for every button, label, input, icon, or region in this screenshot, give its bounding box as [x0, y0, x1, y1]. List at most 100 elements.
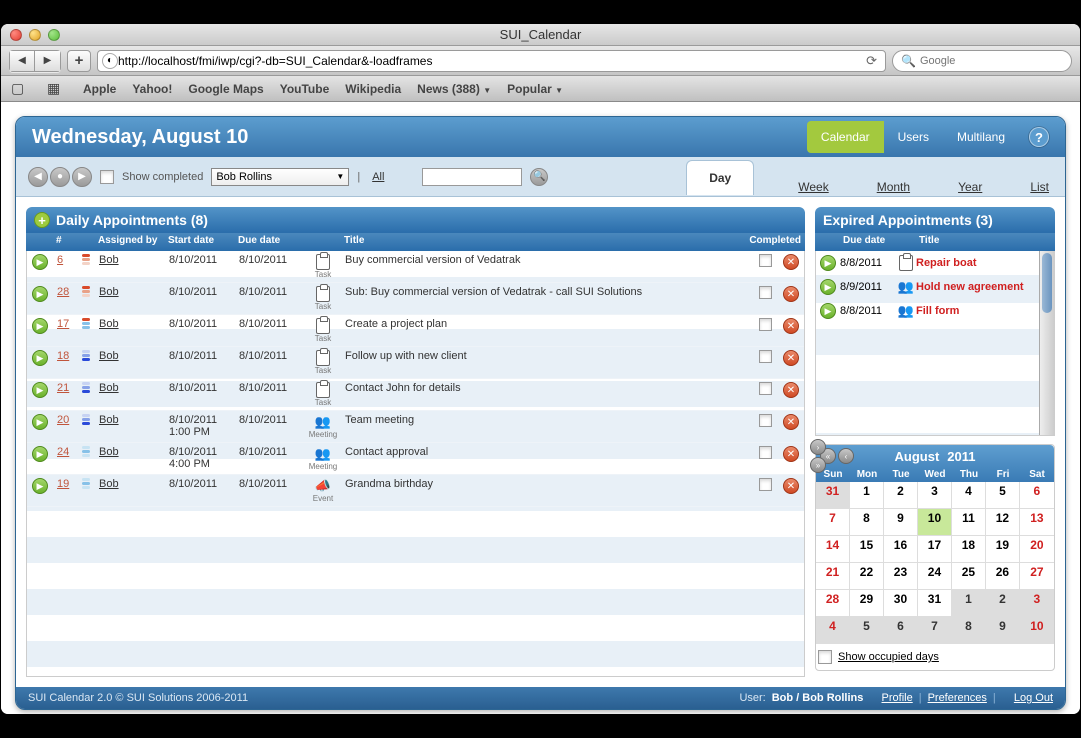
view-tab-month[interactable]: Month: [873, 180, 914, 194]
cal-next-year[interactable]: »: [810, 457, 826, 473]
expired-row[interactable]: ▶8/9/2011👥Hold new agreement: [816, 275, 1054, 299]
assigned-by[interactable]: Bob: [95, 318, 165, 330]
calendar-day[interactable]: 19: [986, 536, 1020, 563]
open-row-icon[interactable]: ▶: [32, 318, 48, 334]
appointment-row[interactable]: ▶6Bob8/10/20118/10/2011TaskBuy commercia…: [27, 251, 804, 283]
scrollbar[interactable]: [1039, 251, 1054, 435]
assigned-by[interactable]: Bob: [95, 286, 165, 298]
prev-button[interactable]: ◀: [28, 167, 48, 187]
row-number[interactable]: 17: [53, 318, 77, 330]
calendar-day[interactable]: 24: [918, 563, 952, 590]
show-occupied-label[interactable]: Show occupied days: [838, 651, 939, 663]
all-link[interactable]: All: [372, 171, 384, 183]
calendar-day[interactable]: 16: [884, 536, 918, 563]
calendar-day[interactable]: 8: [952, 617, 986, 644]
calendar-day[interactable]: 13: [1020, 509, 1054, 536]
row-number[interactable]: 24: [53, 446, 77, 458]
calendar-day[interactable]: 5: [850, 617, 884, 644]
reading-list-icon[interactable]: ▢: [11, 80, 31, 97]
assigned-by[interactable]: Bob: [95, 414, 165, 426]
calendar-day[interactable]: 17: [918, 536, 952, 563]
calendar-day[interactable]: 9: [884, 509, 918, 536]
bookmark-item[interactable]: Google Maps: [188, 82, 263, 96]
calendar-day[interactable]: 23: [884, 563, 918, 590]
open-row-icon[interactable]: ▶: [32, 478, 48, 494]
calendar-day[interactable]: 10: [1020, 617, 1054, 644]
appointment-row[interactable]: ▶21Bob8/10/20118/10/2011TaskContact John…: [27, 379, 804, 411]
completed-checkbox[interactable]: [759, 350, 772, 363]
expired-table[interactable]: ▶8/8/2011Repair boat▶8/9/2011👥Hold new a…: [815, 251, 1055, 436]
calendar-day[interactable]: 2: [986, 590, 1020, 617]
assigned-by[interactable]: Bob: [95, 350, 165, 362]
calendar-day[interactable]: 28: [816, 590, 850, 617]
open-row-icon[interactable]: ▶: [32, 350, 48, 366]
search-field[interactable]: [422, 168, 522, 186]
row-number[interactable]: 6: [53, 254, 77, 266]
calendar-day[interactable]: 21: [816, 563, 850, 590]
calendar-day[interactable]: 9: [986, 617, 1020, 644]
calendar-day[interactable]: 31: [918, 590, 952, 617]
calendar-day[interactable]: 2: [884, 482, 918, 509]
view-tab-day[interactable]: Day: [686, 160, 754, 195]
row-number[interactable]: 21: [53, 382, 77, 394]
calendar-day[interactable]: 5: [986, 482, 1020, 509]
calendar-day[interactable]: 31: [816, 482, 850, 509]
assigned-by[interactable]: Bob: [95, 446, 165, 458]
calendar-day[interactable]: 4: [816, 617, 850, 644]
calendar-day[interactable]: 8: [850, 509, 884, 536]
calendar-day[interactable]: 20: [1020, 536, 1054, 563]
calendar-day[interactable]: 10: [918, 509, 952, 536]
next-button[interactable]: ▶: [72, 167, 92, 187]
completed-checkbox[interactable]: [759, 414, 772, 427]
calendar-day[interactable]: 1: [952, 590, 986, 617]
appointment-row[interactable]: ▶19Bob8/10/20118/10/2011📣EventGrandma bi…: [27, 475, 804, 507]
calendar-day[interactable]: 7: [918, 617, 952, 644]
search-input[interactable]: [920, 55, 1063, 67]
footer-link-preferences[interactable]: Preferences: [928, 692, 987, 704]
open-row-icon[interactable]: ▶: [32, 414, 48, 430]
completed-checkbox[interactable]: [759, 478, 772, 491]
delete-row-button[interactable]: ✕: [783, 286, 799, 302]
show-occupied-checkbox[interactable]: [818, 650, 832, 664]
calendar-day[interactable]: 26: [986, 563, 1020, 590]
row-number[interactable]: 19: [53, 478, 77, 490]
address-bar[interactable]: ◐ ⟳: [97, 50, 886, 72]
topsites-icon[interactable]: ▦: [47, 80, 67, 97]
daily-table[interactable]: ▶6Bob8/10/20118/10/2011TaskBuy commercia…: [26, 251, 805, 677]
header-tab-calendar[interactable]: Calendar: [807, 121, 884, 153]
calendar-day[interactable]: 30: [884, 590, 918, 617]
row-number[interactable]: 18: [53, 350, 77, 362]
appointment-row[interactable]: ▶28Bob8/10/20118/10/2011TaskSub: Buy com…: [27, 283, 804, 315]
assigned-by[interactable]: Bob: [95, 382, 165, 394]
calendar-day[interactable]: 14: [816, 536, 850, 563]
appointment-row[interactable]: ▶20Bob8/10/20111:00 PM8/10/2011👥MeetingT…: [27, 411, 804, 443]
open-row-icon[interactable]: ▶: [820, 255, 836, 271]
completed-checkbox[interactable]: [759, 318, 772, 331]
calendar-day[interactable]: 1: [850, 482, 884, 509]
view-tab-list[interactable]: List: [1026, 180, 1053, 194]
open-row-icon[interactable]: ▶: [820, 279, 836, 295]
help-button[interactable]: ?: [1029, 127, 1049, 147]
appointment-row[interactable]: ▶24Bob8/10/20114:00 PM8/10/2011👥MeetingC…: [27, 443, 804, 475]
view-tab-week[interactable]: Week: [794, 180, 832, 194]
open-row-icon[interactable]: ▶: [32, 382, 48, 398]
open-row-icon[interactable]: ▶: [32, 286, 48, 302]
add-bookmark-button[interactable]: +: [67, 50, 91, 72]
calendar-day[interactable]: 4: [952, 482, 986, 509]
show-completed-checkbox[interactable]: [100, 170, 114, 184]
add-appointment-button[interactable]: +: [34, 212, 50, 228]
completed-checkbox[interactable]: [759, 382, 772, 395]
completed-checkbox[interactable]: [759, 286, 772, 299]
delete-row-button[interactable]: ✕: [783, 414, 799, 430]
search-button[interactable]: 🔍: [530, 168, 548, 186]
calendar-day[interactable]: 6: [1020, 482, 1054, 509]
delete-row-button[interactable]: ✕: [783, 318, 799, 334]
delete-row-button[interactable]: ✕: [783, 254, 799, 270]
expired-row[interactable]: ▶8/8/2011Repair boat: [816, 251, 1054, 275]
delete-row-button[interactable]: ✕: [783, 350, 799, 366]
nav-backforward[interactable]: ◀▶: [9, 50, 61, 72]
delete-row-button[interactable]: ✕: [783, 446, 799, 462]
calendar-day[interactable]: 3: [918, 482, 952, 509]
calendar-day[interactable]: 25: [952, 563, 986, 590]
calendar-day[interactable]: 27: [1020, 563, 1054, 590]
